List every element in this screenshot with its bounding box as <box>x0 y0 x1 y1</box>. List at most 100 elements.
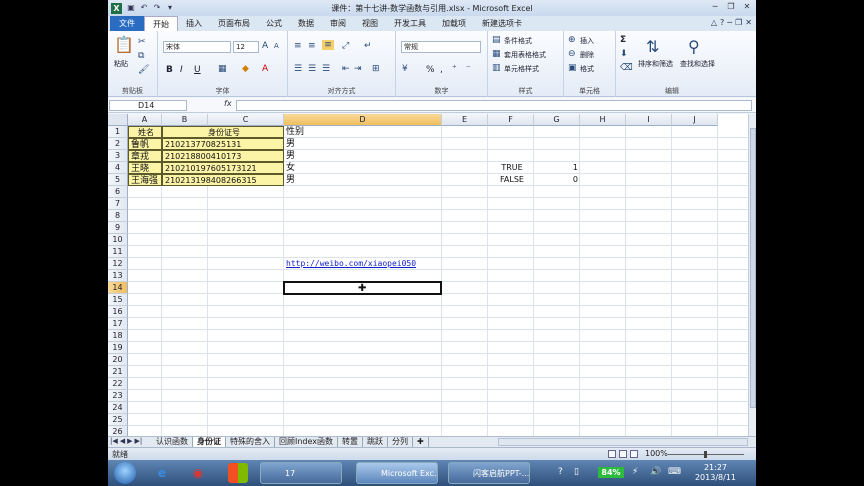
row-header-20[interactable]: 20 <box>108 354 128 366</box>
help-icon[interactable]: ? <box>720 18 724 27</box>
column-header-d[interactable]: D <box>284 114 442 126</box>
help-tray-icon[interactable]: ? <box>558 467 563 477</box>
workbook-minimize-icon[interactable]: ─ <box>727 18 732 27</box>
prev-sheet-icon[interactable]: ◀ <box>120 437 125 445</box>
sheet-tab[interactable]: 转置 <box>338 437 364 447</box>
grow-font-icon[interactable]: A <box>262 41 268 51</box>
vertical-scroll-thumb[interactable] <box>750 128 756 408</box>
format-table-icon[interactable]: ▦ <box>492 49 501 59</box>
conditional-format-icon[interactable]: ▤ <box>492 35 501 45</box>
row-header-18[interactable]: 18 <box>108 330 128 342</box>
tab-file[interactable]: 文件 <box>110 16 144 31</box>
font-name-select[interactable]: 宋体 <box>163 41 231 53</box>
row-header-17[interactable]: 17 <box>108 318 128 330</box>
volume-tray-icon[interactable]: 🔊 <box>650 467 661 477</box>
align-center-icon[interactable]: ☰ <box>308 64 316 74</box>
minimize-ribbon-icon[interactable]: △ <box>711 18 717 27</box>
row-header-21[interactable]: 21 <box>108 366 128 378</box>
shrink-font-icon[interactable]: A <box>274 42 279 50</box>
delete-cells-icon[interactable]: ⊖ <box>568 49 576 59</box>
decrease-decimal-icon[interactable]: ⁻ <box>466 64 471 74</box>
format-cells-icon[interactable]: ▣ <box>568 63 577 73</box>
column-header-i[interactable]: I <box>626 114 672 126</box>
cell-b1[interactable]: 身份证号 <box>162 126 284 138</box>
close-icon[interactable]: ✕ <box>740 1 754 13</box>
excel-task[interactable]: Microsoft Exc... <box>356 462 438 484</box>
folder-task[interactable]: 17 <box>260 462 342 484</box>
sheet-tab[interactable]: 回顾Index函数 <box>275 437 339 447</box>
tab-formulas[interactable]: 公式 <box>258 16 290 31</box>
fill-icon[interactable]: ⬇ <box>620 49 628 59</box>
cell-a2[interactable]: 鲁帆 <box>128 138 162 150</box>
font-color-icon[interactable]: A <box>262 64 268 74</box>
row-header-23[interactable]: 23 <box>108 390 128 402</box>
formula-input[interactable] <box>236 100 752 111</box>
row-header-6[interactable]: 6 <box>108 186 128 198</box>
language-tray-icon[interactable]: ⌨ <box>668 467 681 477</box>
cell-b3[interactable]: 210218800410173 <box>162 150 284 162</box>
align-middle-icon[interactable]: ≡ <box>308 41 316 51</box>
sheet-tab[interactable]: 认识函数 <box>152 437 193 447</box>
row-header-11[interactable]: 11 <box>108 246 128 258</box>
row-header-3[interactable]: 3 <box>108 150 128 162</box>
sheet-tab-active[interactable]: 身份证 <box>193 437 226 447</box>
row-header-9[interactable]: 9 <box>108 222 128 234</box>
cell-d2[interactable]: 男 <box>284 138 442 150</box>
cell-d3[interactable]: 男 <box>284 150 442 162</box>
zoom-slider[interactable] <box>668 451 744 458</box>
clock[interactable]: 21:27 2013/8/11 <box>695 463 736 483</box>
tab-home[interactable]: 开始 <box>144 16 178 31</box>
column-header-j[interactable]: J <box>672 114 718 126</box>
underline-button[interactable]: U <box>194 65 201 75</box>
cell-g4[interactable]: 1 <box>534 162 580 174</box>
cell-b2[interactable]: 210213770825131 <box>162 138 284 150</box>
row-header-1[interactable]: 1 <box>108 126 128 138</box>
insert-sheet-icon[interactable]: ✚ <box>413 437 429 447</box>
italic-button[interactable]: I <box>180 65 183 75</box>
row-header-5[interactable]: 5 <box>108 174 128 186</box>
tab-addins[interactable]: 加载项 <box>434 16 474 31</box>
align-left-icon[interactable]: ☰ <box>294 64 302 74</box>
name-box[interactable]: D14 <box>109 100 187 111</box>
next-sheet-icon[interactable]: ▶ <box>127 437 132 445</box>
ppt-task[interactable]: 闪客启航PPT-... <box>448 462 530 484</box>
delete-cells-button[interactable]: 删除 <box>580 50 594 60</box>
find-select-button[interactable]: 查找和选择 <box>680 59 715 69</box>
normal-view-icon[interactable] <box>608 450 616 458</box>
cell-f5[interactable]: FALSE <box>488 174 534 186</box>
row-header-15[interactable]: 15 <box>108 294 128 306</box>
currency-icon[interactable]: ¥ <box>402 64 408 74</box>
insert-function-button[interactable]: fx <box>224 99 232 108</box>
row-header-26[interactable]: 26 <box>108 426 128 436</box>
restore-icon[interactable]: ❐ <box>724 1 738 13</box>
tab-data[interactable]: 数据 <box>290 16 322 31</box>
autosum-button[interactable]: Σ <box>620 35 626 45</box>
format-table-button[interactable]: 套用表格格式 <box>504 50 546 60</box>
align-right-icon[interactable]: ☰ <box>322 64 330 74</box>
paste-button[interactable]: 粘贴 <box>114 59 128 69</box>
power-tray-icon[interactable]: ⚡ <box>632 467 638 477</box>
number-format-select[interactable]: 常规 <box>401 41 481 53</box>
conditional-format-button[interactable]: 条件格式 <box>504 36 532 46</box>
cell-g5[interactable]: 0 <box>534 174 580 186</box>
tab-page-layout[interactable]: 页面布局 <box>210 16 258 31</box>
tab-review[interactable]: 审阅 <box>322 16 354 31</box>
column-header-h[interactable]: H <box>580 114 626 126</box>
cell-d12[interactable]: http://weibo.com/xiaopei050 <box>284 258 484 270</box>
tab-view[interactable]: 视图 <box>354 16 386 31</box>
cell-styles-button[interactable]: 单元格样式 <box>504 64 539 74</box>
page-break-view-icon[interactable] <box>630 450 638 458</box>
tab-developer[interactable]: 开发工具 <box>386 16 434 31</box>
column-header-b[interactable]: B <box>162 114 208 126</box>
first-sheet-icon[interactable]: |◀ <box>110 437 118 445</box>
battery-indicator[interactable]: 84% <box>598 467 624 478</box>
sheet-tab[interactable]: 特殊的舍入 <box>226 437 275 447</box>
row-header-7[interactable]: 7 <box>108 198 128 210</box>
row-header-13[interactable]: 13 <box>108 270 128 282</box>
cell-f4[interactable]: TRUE <box>488 162 534 174</box>
office-icon[interactable] <box>228 463 248 483</box>
insert-cells-icon[interactable]: ⊕ <box>568 35 576 45</box>
clear-icon[interactable]: ⌫ <box>620 63 633 73</box>
column-header-g[interactable]: G <box>534 114 580 126</box>
column-header-a[interactable]: A <box>128 114 162 126</box>
